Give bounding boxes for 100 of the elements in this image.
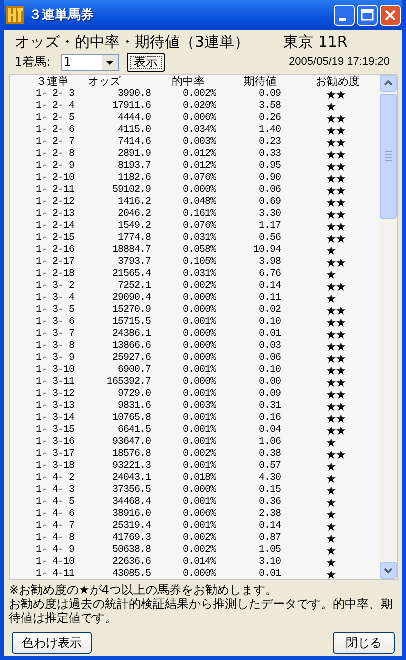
table-cell-text: 0.000%	[183, 569, 218, 579]
table-cell: ★★	[326, 317, 346, 329]
table-cell-text: 1- 3- 9	[36, 353, 76, 365]
dialog-button[interactable]: 色わけ表示	[12, 632, 92, 654]
table-cell: ★	[326, 521, 336, 533]
table-cell-text: 24386.1	[111, 329, 151, 341]
table-cell-text: 93647.0	[111, 437, 151, 449]
table-cell: ★★	[326, 329, 346, 341]
table-cell: ★	[326, 269, 336, 281]
table-cell-text: 1- 3- 6	[36, 317, 76, 329]
table-cell-text: 1.40	[258, 125, 281, 137]
race-label: 東京 11R	[284, 33, 348, 52]
table-cell-text: 3990.8	[116, 89, 151, 101]
table-cell-text: 0.002%	[183, 281, 218, 293]
table-cell-text: 0.16	[258, 413, 281, 425]
table-cell-text: 1- 3-18	[36, 461, 76, 473]
table-cell-text: 18884.7	[111, 245, 151, 257]
table-cell: ★★	[326, 413, 346, 425]
table-cell-text: 0.01	[258, 569, 281, 579]
table-cell-text: 0.161%	[183, 209, 218, 221]
first-horse-dropdown[interactable]: 1	[61, 54, 119, 70]
table-cell-text: 0.012%	[183, 149, 218, 161]
table-cell-text: 59102.9	[111, 185, 151, 197]
table-cell-text: 1- 2- 9	[36, 161, 76, 173]
table-cell-text: 165392.7	[106, 377, 151, 389]
table-cell: ★★	[326, 161, 346, 173]
table-cell-text: 1- 2-12	[36, 197, 76, 209]
table-cell-text: 37356.5	[111, 485, 151, 497]
table-cell-text: 0.000%	[183, 293, 218, 305]
minimize-button[interactable]	[334, 4, 355, 26]
table-cell-text: 0.01	[258, 329, 281, 341]
table-cell-text: 1- 4- 9	[36, 545, 76, 557]
table-cell-text: 0.001%	[183, 461, 218, 473]
table-cell-text: 0.14	[258, 281, 281, 293]
show-button[interactable]: 表示	[127, 52, 165, 72]
table-cell-text: 3793.7	[116, 257, 151, 269]
scroll-up-button[interactable]	[380, 75, 397, 92]
column-header: ３連単	[36, 75, 70, 89]
table-cell-text: 0.031%	[183, 233, 218, 245]
table-cell: ★★	[326, 137, 346, 149]
table-cell-text: 0.33	[258, 149, 281, 161]
table-cell-text: 1- 4- 7	[36, 521, 76, 533]
table-cell-text: 0.002%	[183, 89, 218, 101]
table-cell-text: 0.31	[258, 401, 281, 413]
table-cell-text: 0.06	[258, 353, 281, 365]
table-cell-text: 6900.7	[116, 365, 151, 377]
table-cell-text: 25319.4	[111, 521, 151, 533]
table-cell-text: 15715.5	[111, 317, 151, 329]
table-cell-text: 8193.7	[116, 161, 151, 173]
table-cell-text: 2046.2	[116, 209, 151, 221]
table-cell-text: 1- 4-11	[36, 569, 76, 579]
table-cell-text: 1182.6	[116, 173, 151, 185]
table-cell-text: 10.94	[252, 245, 281, 257]
table-cell-text: 0.076%	[183, 221, 218, 233]
table-cell-text: 1- 3-12	[36, 389, 76, 401]
table-cell-text: 6641.5	[116, 425, 151, 437]
table-cell-text: 38916.0	[111, 509, 151, 521]
table-cell-text: 1- 2-10	[36, 173, 76, 185]
table-cell-text: 43085.5	[111, 569, 151, 579]
table-cell-text: 1- 3-13	[36, 401, 76, 413]
table-cell-text: 1.17	[258, 221, 281, 233]
table-cell: ★★	[326, 149, 346, 161]
table-cell-text: 0.000%	[183, 329, 218, 341]
table-cell-text: 2891.9	[116, 149, 151, 161]
table-cell-text: 1- 3-17	[36, 449, 76, 461]
table-cell-text: 1- 4- 2	[36, 473, 76, 485]
table-cell-text: 0.003%	[183, 401, 218, 413]
table-cell: ★★	[326, 185, 346, 197]
scroll-down-button[interactable]	[380, 562, 397, 579]
table-cell: ★★	[326, 305, 346, 317]
column-header: 期待値	[244, 75, 278, 89]
table-cell-text: 1- 3- 8	[36, 341, 76, 353]
table-cell-text: 1- 4-10	[36, 557, 76, 569]
table-cell-text: 29090.4	[111, 293, 151, 305]
table-cell-text: 1- 3-10	[36, 365, 76, 377]
table-cell-text: 0.003%	[183, 137, 218, 149]
table-cell-text: 50638.8	[111, 545, 151, 557]
table-cell: ★★	[326, 257, 346, 269]
table-cell-text: 0.001%	[183, 413, 218, 425]
table-cell-text: 4444.0	[116, 113, 151, 125]
table-cell-text: 0.076%	[183, 173, 218, 185]
table-cell-text: 7414.6	[116, 137, 151, 149]
maximize-button[interactable]	[357, 4, 378, 26]
close-button[interactable]	[380, 4, 401, 26]
table-cell-text: 1.05	[258, 545, 281, 557]
table-cell: ★	[326, 485, 336, 497]
table-cell-text: 1- 2-18	[36, 269, 76, 281]
table-cell-text: 1- 2-14	[36, 221, 76, 233]
table-cell-text: 0.000%	[183, 305, 218, 317]
table-cell-text: 0.002%	[183, 449, 218, 461]
table-cell-text: 25927.6	[111, 353, 151, 365]
table-cell-text: 0.001%	[183, 425, 218, 437]
table-cell-text: 1- 2- 3	[36, 89, 76, 101]
table-cell-text: 3.58	[258, 101, 281, 113]
column-header: お勧め度	[316, 75, 360, 89]
dialog-button[interactable]: 閉じる	[333, 632, 395, 654]
table-cell-text: 0.15	[258, 485, 281, 497]
scrollbar-thumb[interactable]	[380, 94, 397, 219]
table-cell-text: 1- 2- 7	[36, 137, 76, 149]
table-cell-text: 1774.8	[116, 233, 151, 245]
